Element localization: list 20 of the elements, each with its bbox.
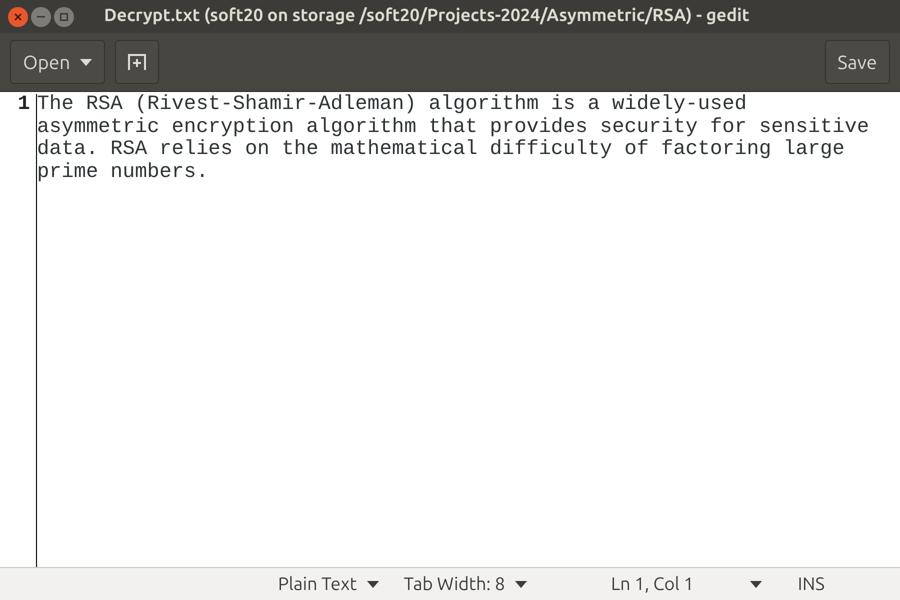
line-number: 1 [18,94,30,118]
cursor-position-dropdown[interactable]: Ln 1, Col 1 [610,570,762,598]
caret-icon [514,580,527,588]
window-title: Decrypt.txt (soft20 on storage /soft20/Projects-2024/Asymmetric/RSA) - gedit [104,5,750,28]
open-button[interactable]: Open [10,40,106,84]
tab-width-dropdown[interactable]: Tab Width: 8 [404,570,527,598]
new-tab-icon [127,53,148,71]
save-button[interactable]: Save [824,40,890,84]
minimize-button[interactable] [31,6,51,26]
caret-icon [366,580,379,588]
maximize-icon [60,12,68,20]
caret-icon [80,58,92,66]
close-icon [14,12,22,20]
minimize-icon [37,16,45,18]
new-tab-button[interactable] [115,40,160,84]
maximize-button[interactable] [54,6,74,26]
insert-mode-indicator: INS [798,572,825,596]
close-button[interactable] [8,6,28,26]
caret-icon [750,580,762,588]
language-dropdown[interactable]: Plain Text [278,570,379,598]
